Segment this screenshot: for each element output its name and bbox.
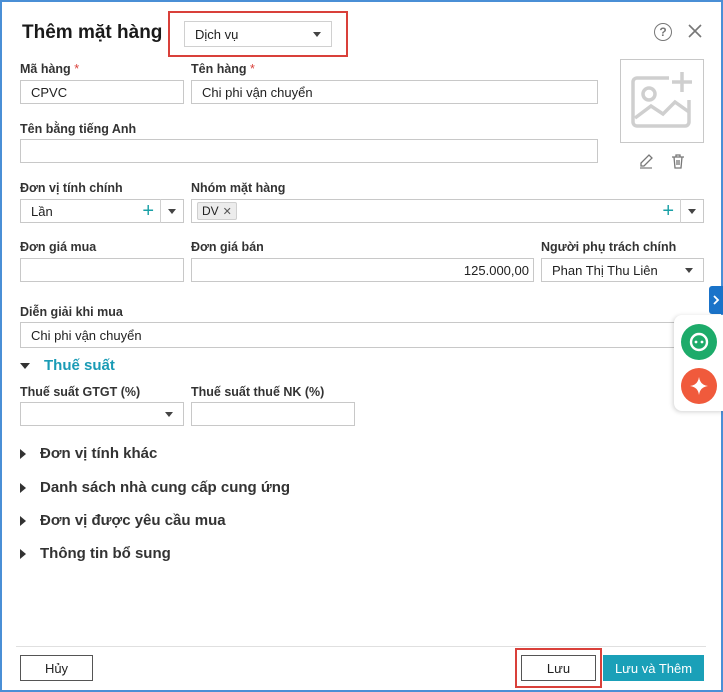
name-label: Tên hàng * <box>191 62 255 76</box>
responsible-value: Phan Thị Thu Liên <box>552 262 658 278</box>
cancel-button[interactable]: Hủy <box>20 655 93 681</box>
purchase-desc-input[interactable]: Chi phi vận chuyển <box>20 322 686 348</box>
purchase-price-label: Đơn giá mua <box>20 240 97 254</box>
name-input[interactable]: Chi phi vận chuyển <box>191 80 598 104</box>
group-tag-label: DV <box>202 204 219 218</box>
purchase-desc-value: Chi phi vận chuyển <box>31 327 142 343</box>
code-input[interactable]: CPVC <box>20 80 184 104</box>
save-and-add-button[interactable]: Lưu và Thêm <box>603 655 704 681</box>
delete-image-icon[interactable] <box>670 153 686 169</box>
footer-divider <box>16 646 706 647</box>
ai-assistant-button[interactable] <box>681 368 717 404</box>
section-title: Đơn vị được yêu cầu mua <box>40 512 226 529</box>
english-name-input[interactable] <box>20 139 598 163</box>
responsible-label: Người phụ trách chính <box>541 240 677 254</box>
sale-price-label: Đơn giá bán <box>191 240 264 254</box>
responsible-select[interactable]: Phan Thị Thu Liên <box>541 258 704 282</box>
group-label: Nhóm mặt hàng <box>191 181 286 195</box>
remove-tag-icon[interactable]: ✕ <box>223 205 232 218</box>
help-icon[interactable]: ? <box>654 23 672 41</box>
chat-button[interactable] <box>681 324 717 360</box>
caret-right-icon <box>20 482 26 493</box>
type-select-value: Dịch vụ <box>195 26 239 42</box>
code-label: Mã hàng * <box>20 62 80 76</box>
save-button[interactable]: Lưu <box>521 655 596 681</box>
dialog-title: Thêm mặt hàng <box>22 22 163 43</box>
import-tax-label: Thuế suất thuế NK (%) <box>191 385 325 399</box>
caret-right-icon <box>20 548 26 559</box>
group-select[interactable]: DV ✕ + <box>191 199 704 223</box>
vat-label: Thuế suất GTGT (%) <box>20 385 141 399</box>
sparkle-icon <box>690 377 708 395</box>
add-unit-icon[interactable]: + <box>142 201 154 221</box>
section-additional-info[interactable]: Thông tin bổ sung <box>20 545 171 562</box>
chevron-down-icon <box>685 267 693 273</box>
edit-image-icon[interactable] <box>638 153 654 169</box>
chevron-down-icon <box>165 411 173 417</box>
import-tax-input[interactable] <box>191 402 355 426</box>
section-title: Thông tin bổ sung <box>40 545 171 562</box>
add-group-icon[interactable]: + <box>662 201 674 221</box>
unit-label: Đơn vị tính chính <box>20 181 123 195</box>
floating-tools <box>674 315 723 411</box>
caret-down-icon <box>20 362 30 369</box>
dialog: Thêm mặt hàng Dịch vụ ? Mã hàng * CPVC T… <box>0 0 723 692</box>
section-requesting-units[interactable]: Đơn vị được yêu cầu mua <box>20 512 226 529</box>
section-other-units[interactable]: Đơn vị tính khác <box>20 445 157 462</box>
tax-section-title: Thuế suất <box>44 357 115 374</box>
chevron-down-icon <box>688 208 696 214</box>
sale-price-input[interactable]: 125.000,00 <box>191 258 534 282</box>
unit-dropdown[interactable] <box>161 208 183 214</box>
side-panel-toggle[interactable] <box>709 286 723 314</box>
english-name-label: Tên bằng tiếng Anh <box>20 122 137 136</box>
chevron-right-icon <box>713 295 720 305</box>
group-dropdown[interactable] <box>681 208 703 214</box>
group-tag: DV ✕ <box>197 202 237 220</box>
purchase-desc-label: Diễn giải khi mua <box>20 305 123 319</box>
close-icon[interactable] <box>685 21 705 41</box>
image-upload[interactable] <box>620 59 704 143</box>
section-suppliers[interactable]: Danh sách nhà cung cấp cung ứng <box>20 479 290 496</box>
purchase-price-input[interactable] <box>20 258 184 282</box>
vat-select[interactable] <box>20 402 184 426</box>
sale-price-value: 125.000,00 <box>463 262 529 278</box>
unit-value: Lần <box>31 203 53 219</box>
type-select-highlight: Dịch vụ <box>168 11 348 57</box>
unit-select[interactable]: Lần + <box>20 199 184 223</box>
caret-right-icon <box>20 515 26 526</box>
add-image-icon <box>631 72 692 128</box>
chevron-down-icon <box>313 31 321 37</box>
section-title: Đơn vị tính khác <box>40 445 158 462</box>
chat-icon <box>689 332 709 352</box>
chevron-down-icon <box>168 208 176 214</box>
type-select[interactable]: Dịch vụ <box>184 21 332 47</box>
name-value: Chi phi vận chuyển <box>202 84 313 100</box>
save-button-highlight: Lưu <box>515 648 602 688</box>
code-value: CPVC <box>31 84 68 100</box>
tax-section-header[interactable]: Thuế suất <box>20 357 115 374</box>
caret-right-icon <box>20 448 26 459</box>
section-title: Danh sách nhà cung cấp cung ứng <box>40 479 291 496</box>
